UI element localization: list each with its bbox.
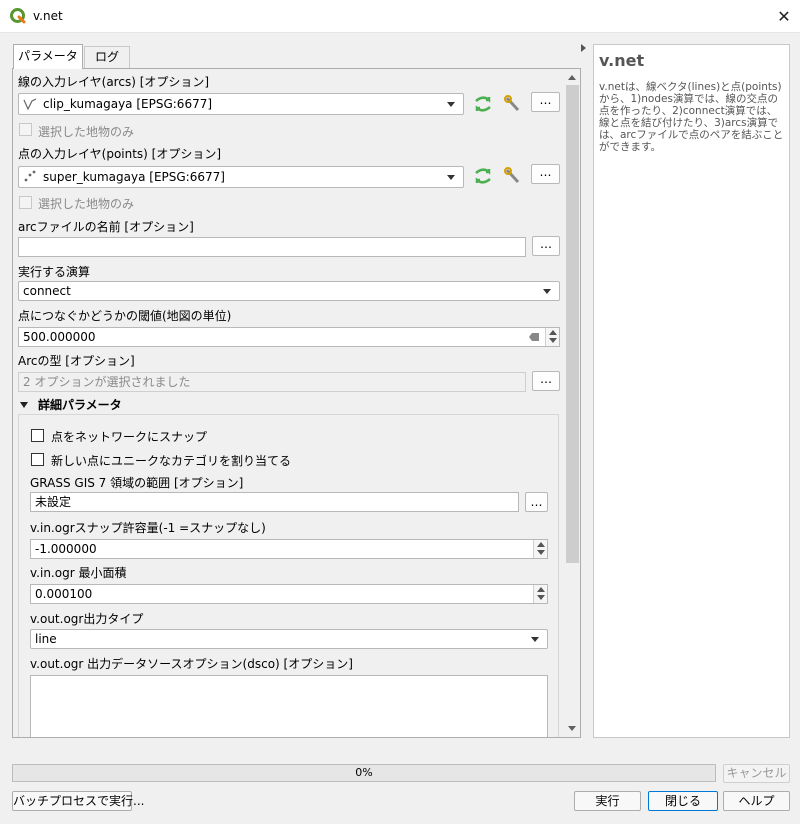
advanced-section: 点をネットワークにスナップ 新しい点にユニークなカテゴリを割り当てる GRASS… — [18, 414, 559, 737]
region-input[interactable]: 未設定 — [30, 492, 519, 512]
points-options-button[interactable]: … — [531, 164, 560, 184]
iterate-icon[interactable] — [473, 95, 493, 113]
operation-label: 実行する演算 — [18, 265, 91, 279]
operation-value: connect — [23, 284, 71, 298]
point-layer-icon — [24, 170, 36, 182]
parameters-panel: 線の入力レイヤ(arcs) [オプション] clip_kumagaya [EPS… — [12, 68, 581, 738]
wrench-icon[interactable] — [503, 167, 523, 185]
window-title: v.net — [33, 9, 63, 23]
min-area-value: 0.000100 — [35, 587, 93, 601]
parameters-scrollbar[interactable] — [564, 69, 580, 737]
expand-triangle-icon[interactable] — [20, 402, 28, 408]
scroll-thumb[interactable] — [566, 85, 579, 563]
arcs-options-button[interactable]: … — [531, 92, 560, 112]
progress-text: 0% — [355, 766, 373, 779]
batch-process-button[interactable]: バッチプロセスで実行... — [12, 791, 144, 811]
points-layer-value: super_kumagaya [EPSG:6677] — [43, 170, 225, 184]
arcs-layer-label: 線の入力レイヤ(arcs) [オプション] — [18, 75, 210, 89]
chevron-down-icon — [531, 637, 539, 642]
ellipsis-icon: … — [539, 165, 552, 179]
help-body: v.netは、線ベクタ(lines)と点(points)から、1)nodes演算… — [599, 81, 784, 153]
min-area-label: v.in.ogr 最小面積 — [30, 566, 127, 580]
snap-tolerance-input[interactable]: -1.000000 — [30, 539, 548, 559]
region-label: GRASS GIS 7 領域の範囲 [オプション] — [30, 476, 244, 490]
threshold-spinner[interactable] — [545, 328, 559, 346]
arctype-input[interactable]: 2 オプションが選択されました — [18, 372, 526, 392]
points-selected-only-checkbox[interactable] — [19, 196, 32, 209]
arcs-layer-combo[interactable]: clip_kumagaya [EPSG:6677] — [18, 93, 464, 115]
points-layer-combo[interactable]: super_kumagaya [EPSG:6677] — [18, 166, 464, 188]
snap-label: 点をネットワークにスナップ — [51, 430, 208, 444]
help-title: v.net — [599, 51, 645, 70]
run-button[interactable]: 実行 — [574, 791, 641, 811]
unique-category-label: 新しい点にユニークなカテゴリを割り当てる — [51, 454, 292, 468]
output-type-label: v.out.ogr出力タイプ — [30, 612, 144, 626]
points-selected-only-label: 選択した地物のみ — [38, 197, 135, 211]
arcs-selected-only-label: 選択した地物のみ — [38, 125, 135, 139]
chevron-down-icon — [447, 175, 455, 180]
arcfile-input[interactable] — [18, 237, 526, 257]
title-bar: v.net ✕ — [0, 0, 800, 33]
points-layer-label: 点の入力レイヤ(points) [オプション] — [18, 147, 222, 161]
dsco-textarea[interactable] — [30, 675, 548, 737]
chevron-down-icon — [543, 289, 551, 294]
region-options-button[interactable]: … — [525, 492, 548, 512]
window-close-button[interactable]: ✕ — [774, 7, 794, 27]
collapse-help-icon[interactable] — [581, 44, 586, 52]
arcs-selected-only-checkbox[interactable] — [19, 123, 32, 136]
scroll-up-icon[interactable] — [568, 75, 576, 80]
progress-bar: 0% — [12, 764, 716, 782]
help-panel: v.net v.netは、線ベクタ(lines)と点(points)から、1)n… — [593, 44, 790, 738]
close-button[interactable]: 閉じる — [648, 791, 718, 811]
snap-checkbox[interactable] — [31, 429, 44, 442]
tab-log[interactable]: ログ — [84, 46, 130, 68]
snap-tolerance-label: v.in.ogrスナップ許容量(-1 =スナップなし) — [30, 521, 266, 535]
arctype-options-button[interactable]: … — [532, 371, 560, 391]
snap-tolerance-spinner[interactable] — [533, 540, 547, 558]
operation-combo[interactable]: connect — [18, 281, 560, 301]
scroll-down-icon[interactable] — [568, 726, 576, 731]
min-area-spinner[interactable] — [533, 585, 547, 603]
arcfile-label: arcファイルの名前 [オプション] — [18, 220, 194, 234]
threshold-label: 点につなぐかどうかの閾値(地図の単位) — [18, 309, 232, 323]
arcfile-browse-button[interactable]: … — [532, 236, 560, 256]
wrench-icon[interactable] — [503, 95, 523, 113]
ellipsis-icon: … — [540, 372, 552, 386]
advanced-header[interactable]: 詳細パラメータ — [38, 396, 122, 413]
help-button[interactable]: ヘルプ — [723, 791, 790, 811]
ellipsis-icon: … — [539, 93, 552, 107]
line-layer-icon — [23, 98, 37, 111]
ellipsis-icon: … — [530, 495, 543, 509]
qgis-logo-icon — [10, 8, 26, 24]
tab-parameters[interactable]: パラメータ — [13, 44, 83, 69]
arctype-label: Arcの型 [オプション] — [18, 354, 135, 368]
ellipsis-icon: … — [540, 237, 552, 251]
output-type-combo[interactable]: line — [30, 629, 548, 649]
threshold-input[interactable]: 500.000000 — [18, 327, 560, 347]
snap-tolerance-value: -1.000000 — [35, 542, 97, 556]
clear-icon[interactable] — [529, 333, 539, 341]
unique-category-checkbox[interactable] — [31, 453, 44, 466]
chevron-down-icon — [447, 102, 455, 107]
cancel-button[interactable]: キャンセル — [723, 764, 790, 783]
iterate-icon[interactable] — [473, 167, 493, 185]
arcs-layer-value: clip_kumagaya [EPSG:6677] — [43, 97, 213, 111]
min-area-input[interactable]: 0.000100 — [30, 584, 548, 604]
dsco-label: v.out.ogr 出力データソースオプション(dsco) [オプション] — [30, 657, 353, 671]
threshold-value: 500.000000 — [23, 330, 96, 344]
output-type-value: line — [35, 632, 57, 646]
